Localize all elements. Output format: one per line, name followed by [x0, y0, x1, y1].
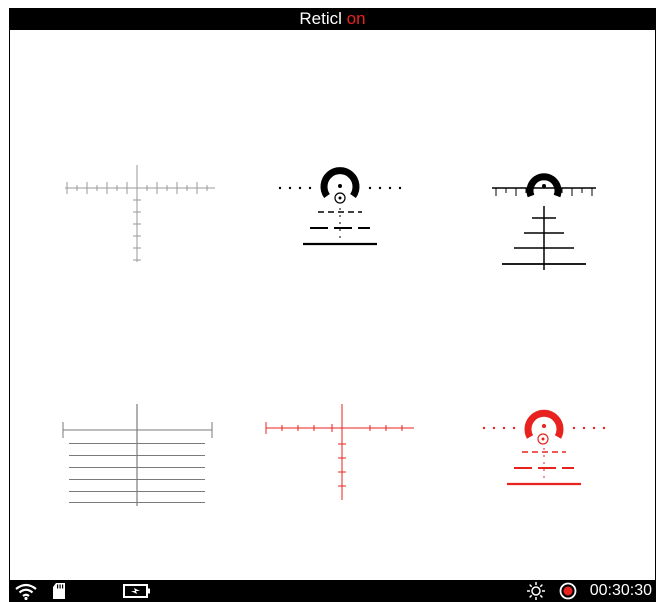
brightness-icon — [525, 580, 547, 602]
reticle-option-6[interactable] — [474, 400, 614, 500]
battery-icon — [122, 580, 152, 602]
reticle-option-4[interactable] — [55, 400, 220, 510]
title-state: on — [346, 9, 366, 28]
status-bar: 00:30:30 — [9, 580, 656, 602]
recording-timer: 00:30:30 — [589, 582, 652, 599]
reticle-6-graphic — [482, 409, 606, 490]
reticle-4-graphic — [62, 404, 213, 506]
record-icon — [558, 580, 578, 602]
title-text: Reticl — [299, 9, 342, 28]
reticle-option-1[interactable] — [55, 160, 225, 270]
reticle-5-graphic — [265, 404, 414, 500]
title-bar: Reticl on — [9, 8, 656, 30]
wifi-icon — [13, 580, 39, 602]
reticle-3-graphic — [492, 173, 596, 270]
reticle-option-3[interactable] — [488, 160, 600, 272]
reticle-1-graphic — [65, 165, 215, 262]
sd-card-icon — [51, 580, 67, 602]
screen-frame — [9, 8, 656, 602]
reticle-2-graphic — [278, 167, 402, 250]
reticle-option-5[interactable] — [262, 400, 422, 505]
reticle-option-2[interactable] — [270, 160, 410, 260]
